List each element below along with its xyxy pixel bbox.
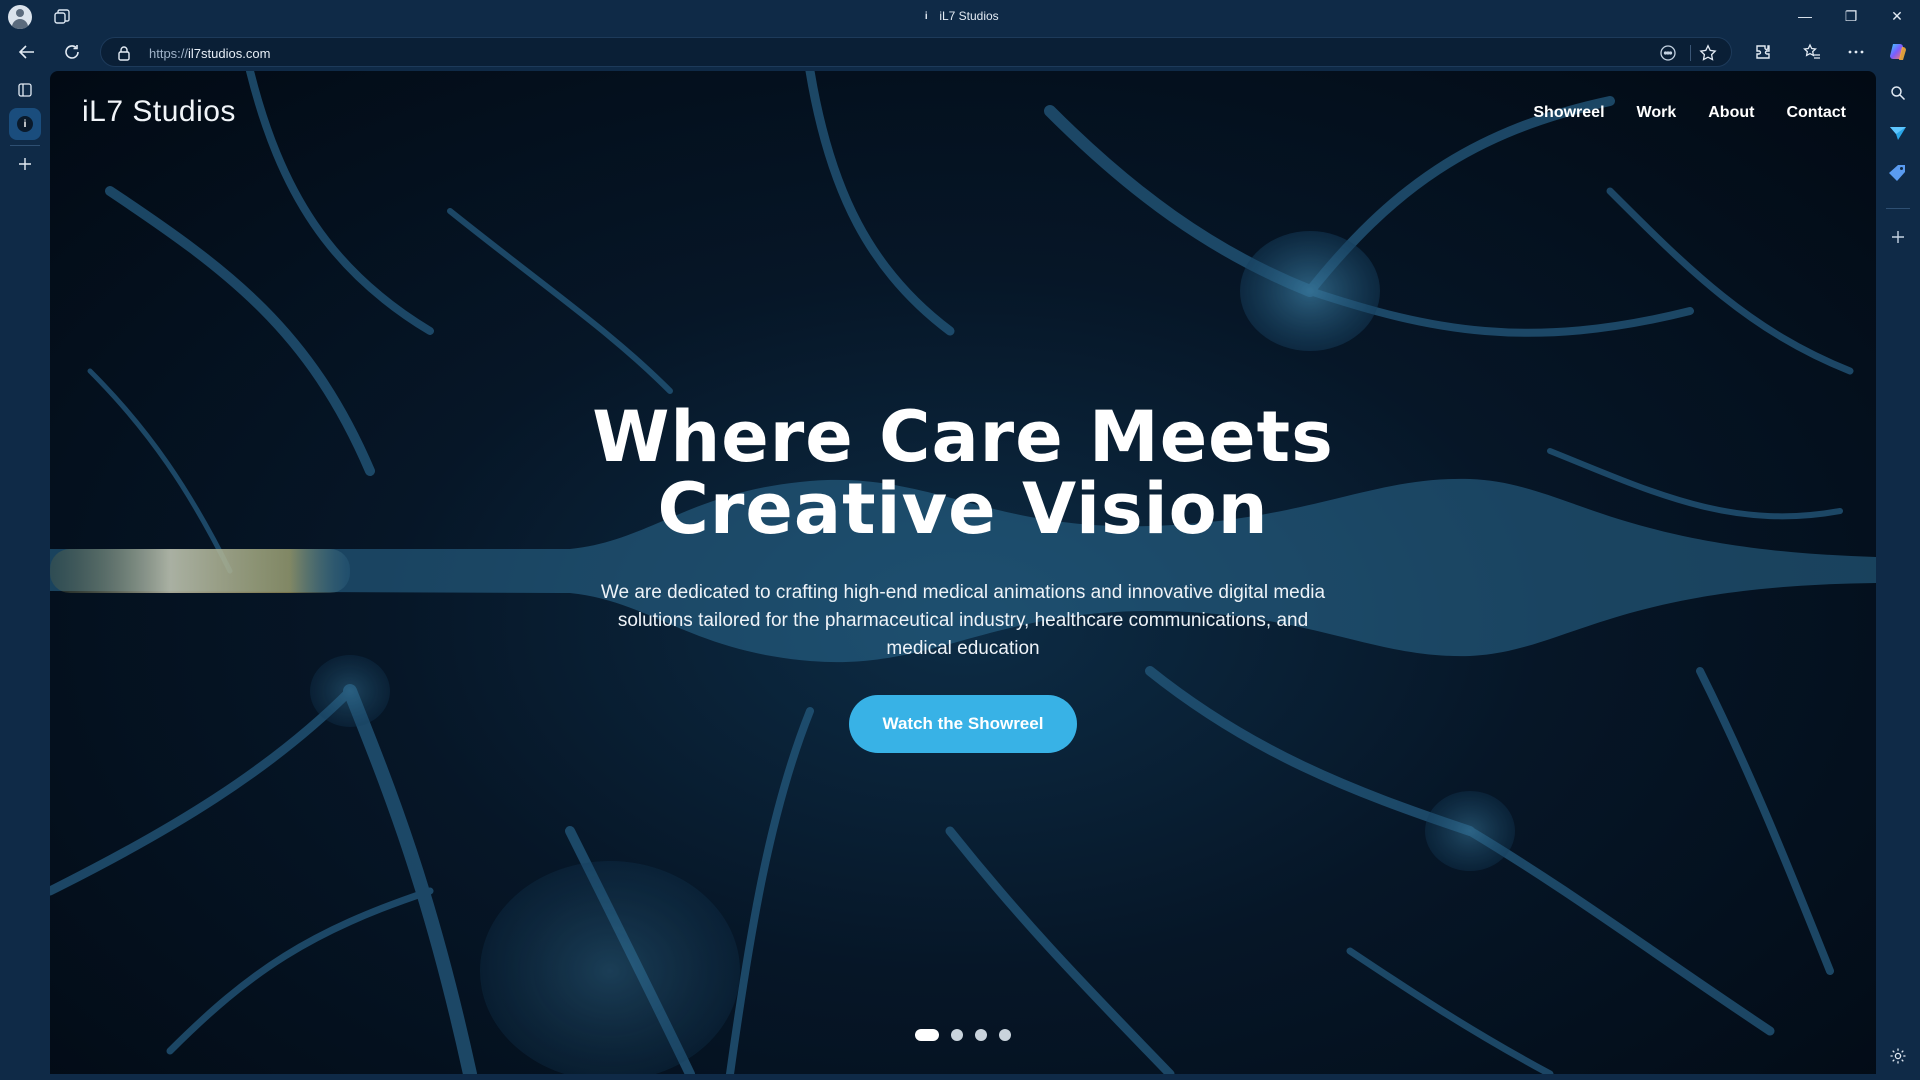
window-title-text: iL7 Studios — [939, 9, 999, 23]
site-favicon: i — [924, 10, 928, 22]
nav-contact[interactable]: Contact — [1786, 104, 1846, 122]
favorites-bar-icon[interactable] — [1798, 38, 1826, 66]
copilot-icon[interactable] — [1884, 38, 1912, 66]
tab-actions-icon[interactable] — [11, 76, 39, 104]
tag-icon[interactable] — [1884, 159, 1912, 187]
site-navigation: Showreel Work About Contact — [1533, 104, 1846, 122]
window-title: i iL7 Studios — [0, 9, 1920, 23]
tabs-divider — [10, 145, 40, 146]
settings-icon[interactable] — [1884, 1042, 1912, 1070]
extensions-icon[interactable] — [1749, 38, 1777, 66]
carousel-dot-3[interactable] — [975, 1029, 987, 1041]
address-bar[interactable]: https://il7studios.com — [100, 37, 1732, 67]
edge-sidebar — [1876, 70, 1920, 1080]
browser-title-bar: i iL7 Studios — ❐ ✕ — [0, 0, 1920, 34]
url-text[interactable]: https://il7studios.com — [149, 46, 270, 61]
hero-section: Where Care Meets Creative Vision We are … — [50, 401, 1876, 753]
carousel-dot-1[interactable] — [915, 1029, 939, 1041]
add-icon[interactable] — [1884, 223, 1912, 251]
send-icon[interactable] — [1884, 119, 1912, 147]
search-icon[interactable] — [1884, 79, 1912, 107]
close-button[interactable]: ✕ — [1874, 0, 1920, 32]
nav-showreel[interactable]: Showreel — [1533, 104, 1604, 122]
minimize-button[interactable]: — — [1782, 0, 1828, 32]
active-tab-favicon: i — [17, 116, 33, 132]
carousel-indicators — [50, 1029, 1876, 1041]
back-icon[interactable] — [13, 38, 41, 66]
refresh-icon[interactable] — [58, 38, 86, 66]
nav-work[interactable]: Work — [1637, 104, 1677, 122]
ai-icon[interactable] — [1659, 44, 1677, 67]
carousel-dot-4[interactable] — [999, 1029, 1011, 1041]
hero-description: We are dedicated to crafting high-end me… — [600, 582, 1326, 659]
sidebar-divider — [1886, 208, 1910, 209]
window-controls: — ❐ ✕ — [1782, 0, 1920, 32]
page-viewport: iL7 Studios Showreel Work About Contact … — [50, 71, 1876, 1074]
favorite-icon[interactable] — [1699, 44, 1717, 67]
vertical-tabs-bar: i — [0, 70, 50, 1080]
lock-icon[interactable] — [117, 45, 131, 66]
carousel-dot-2[interactable] — [951, 1029, 963, 1041]
nav-about[interactable]: About — [1708, 104, 1754, 122]
new-tab-icon[interactable] — [11, 150, 39, 178]
browser-toolbar: https://il7studios.com — [0, 34, 1920, 70]
restore-button[interactable]: ❐ — [1828, 0, 1874, 32]
more-icon[interactable] — [1842, 38, 1870, 66]
active-tab[interactable]: i — [9, 108, 41, 140]
site-logo[interactable]: iL7 Studios — [82, 95, 236, 129]
hero-headline: Where Care Meets Creative Vision — [592, 396, 1334, 550]
address-separator — [1690, 45, 1691, 61]
watch-showreel-button[interactable]: Watch the Showreel — [848, 695, 1078, 753]
